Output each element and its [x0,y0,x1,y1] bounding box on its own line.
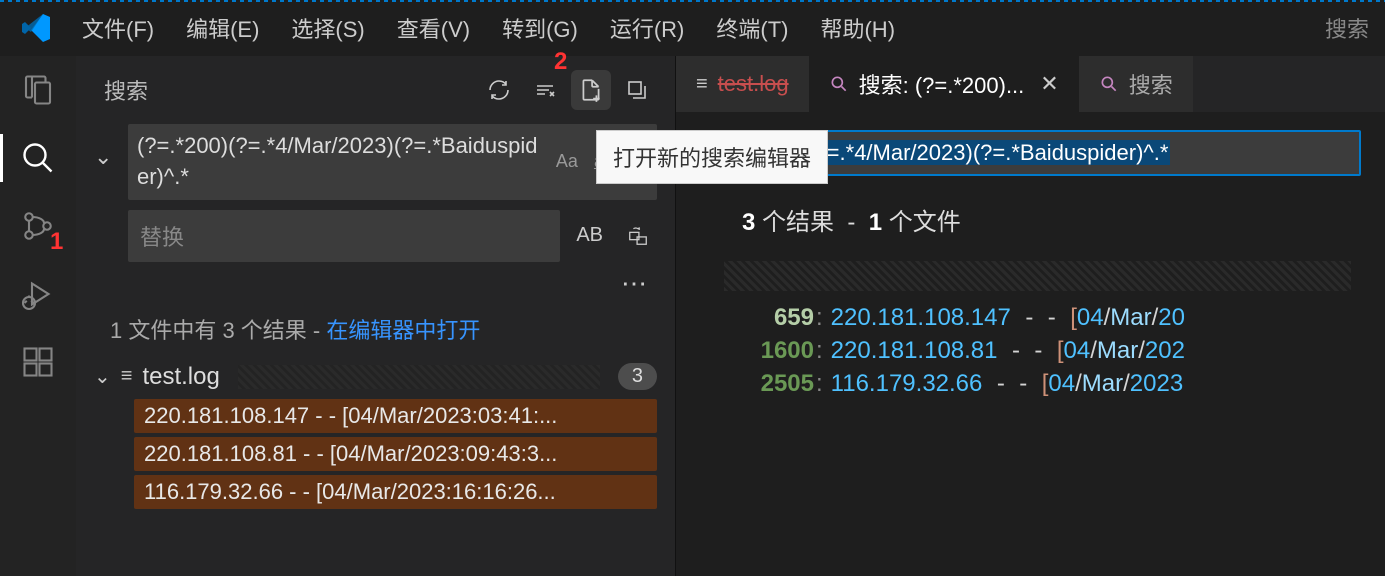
result-line[interactable]: 220.181.108.147 - - [04/Mar/2023:03:41:.… [134,399,657,433]
file-icon: ≡ [121,365,133,388]
window-border [0,0,1385,2]
search-icon[interactable] [20,140,56,176]
tab-search-blank[interactable]: 搜索 [1079,56,1193,112]
match-case-toggle[interactable]: Aa [550,149,584,174]
debug-icon[interactable] [20,276,56,312]
menu-terminal[interactable]: 终端(T) [702,6,802,50]
tooltip: 打开新的搜索编辑器 [596,130,828,184]
result-line[interactable]: 220.181.108.81 - - [04/Mar/2023:09:43:3.… [134,437,657,471]
tab-label: test.log [718,71,789,97]
menu-go[interactable]: 转到(G) [488,6,592,50]
result-file-name: test.log [142,363,219,391]
file-icon: ≡ [696,73,708,96]
preserve-case-toggle[interactable]: AB [568,220,611,251]
search-icon [829,74,849,94]
replace-all-icon[interactable] [619,221,657,251]
sidebar-title: 搜索 [104,74,479,106]
explorer-icon[interactable] [20,72,56,108]
chevron-down-icon[interactable]: ⌄ [94,124,120,170]
pixelated-path [238,365,600,389]
menu-view[interactable]: 查看(V) [383,6,484,50]
vscode-logo-icon [20,12,52,44]
result-line[interactable]: 116.179.32.66 - - [04/Mar/2023:16:16:26.… [134,475,657,509]
new-search-editor-icon[interactable] [571,70,611,110]
search-input-text: (?=.*200)(?=.*4/Mar/2023)(?=.*Baiduspide… [137,131,542,193]
more-icon[interactable]: ⋯ [76,266,675,307]
clear-icon[interactable] [525,70,565,110]
replace-input[interactable]: 替换 [128,210,560,262]
menu-run[interactable]: 运行(R) [596,6,699,50]
result-summary: 1 文件中有 3 个结果 - 在编辑器中打开 [76,307,675,357]
sidebar-header: 搜索 [76,56,675,118]
tab-label: 搜索: (?=.*200)... [859,68,1025,100]
search-icon [1099,74,1119,94]
tab-search-result[interactable]: 搜索: (?=.*200)... ✕ [809,56,1079,112]
menu-edit[interactable]: 编辑(E) [172,6,273,50]
refresh-icon[interactable] [479,70,519,110]
editor-result-line[interactable]: 659: 220.181.108.147 - - [04/Mar/20 [700,301,1361,334]
editor-result-line[interactable]: 2505: 116.179.32.66 - - [04/Mar/2023 [700,367,1361,400]
menu-select[interactable]: 选择(S) [277,6,378,50]
title-search[interactable]: 搜索 [1325,12,1377,44]
source-control-icon[interactable] [20,208,56,244]
menu-file[interactable]: 文件(F) [68,6,168,50]
tab-label: 搜索 [1129,68,1173,100]
tab-testlog[interactable]: ≡ test.log [676,56,809,112]
close-icon[interactable]: ✕ [1040,71,1058,97]
editor-tabs: ≡ test.log 搜索: (?=.*200)... ✕ 搜索 [676,56,1385,112]
result-file-row[interactable]: ⌄ ≡ test.log 3 [76,357,675,397]
search-sidebar: 搜索 ⌄ (?=.*200)(?=.*4/Mar/ [76,56,676,576]
editor-result-line[interactable]: 1600: 220.181.108.81 - - [04/Mar/202 [700,334,1361,367]
activity-bar: 1 [0,56,76,576]
editor-result-summary: 3 个结果 - 1 个文件 [700,176,1361,255]
menu-help[interactable]: 帮助(H) [806,6,909,50]
pixelated-filename [724,261,1351,291]
collapse-icon[interactable] [617,70,657,110]
extensions-icon[interactable] [20,344,56,380]
menu-bar: 文件(F) 编辑(E) 选择(S) 查看(V) 转到(G) 运行(R) 终端(T… [0,0,1385,56]
open-in-editor-link[interactable]: 在编辑器中打开 [326,318,480,343]
annotation-2: 2 [554,48,567,76]
result-count-badge: 3 [618,363,657,390]
chevron-down-icon: ⌄ [94,364,111,389]
search-input[interactable]: (?=.*200)(?=.*4/Mar/2023)(?=.*Baiduspide… [128,124,657,200]
